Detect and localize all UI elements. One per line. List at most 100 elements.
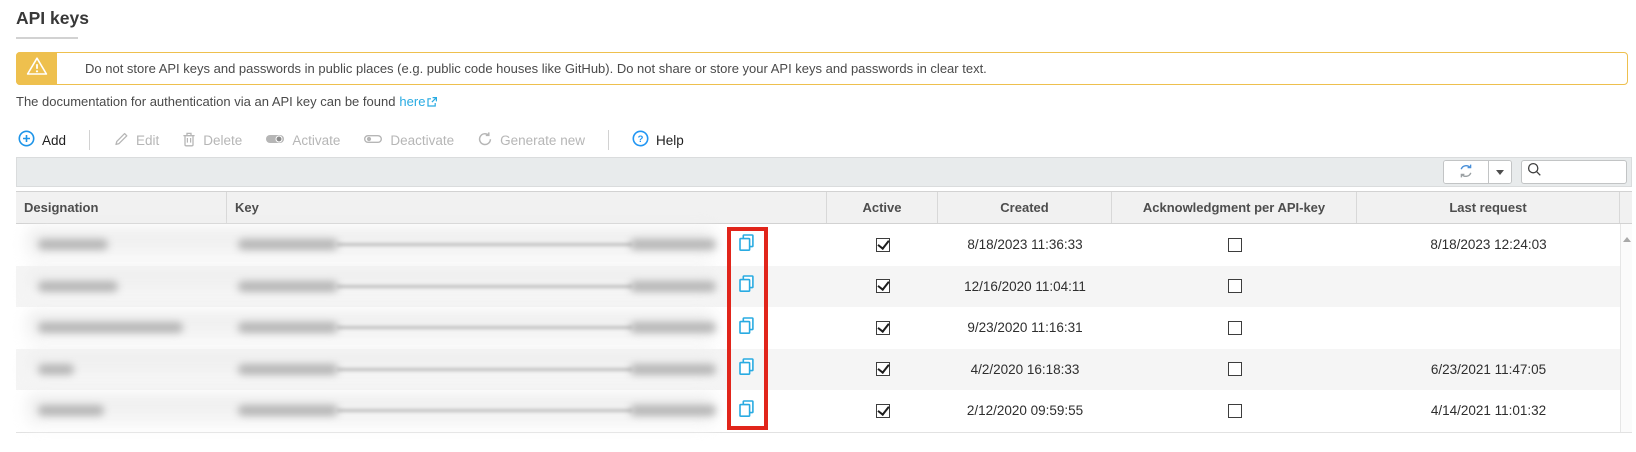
column-header-key[interactable]: Key [227, 192, 827, 223]
table-row[interactable]: 9/23/2020 11:16:31 [16, 307, 1632, 349]
key-redacted-text [238, 405, 338, 416]
help-button[interactable]: ? Help [632, 130, 684, 150]
column-header-designation[interactable]: Designation [16, 192, 227, 223]
copy-key-button[interactable] [738, 278, 754, 296]
designation-redacted-text [38, 239, 108, 250]
edit-button[interactable]: Edit [113, 131, 159, 150]
key-redacted-line [337, 243, 632, 246]
copy-key-button[interactable] [738, 319, 754, 337]
copy-icon [739, 275, 754, 298]
acknowledgment-checkbox[interactable] [1228, 238, 1242, 252]
search-box [1521, 160, 1627, 184]
key-redacted-line [337, 285, 632, 288]
caret-down-icon [1496, 170, 1504, 175]
api-keys-page: API keys Do not store API keys and passw… [0, 0, 1636, 452]
acknowledgment-checkbox[interactable] [1228, 362, 1242, 376]
edit-label: Edit [136, 133, 159, 148]
generate-new-label: Generate new [500, 133, 585, 148]
toolbar-divider [608, 130, 609, 150]
deactivate-label: Deactivate [390, 133, 454, 148]
created-value: 2/12/2020 09:59:55 [967, 403, 1083, 418]
created-value: 4/2/2020 16:18:33 [971, 362, 1080, 377]
key-redacted-tail [630, 239, 716, 250]
created-value: 8/18/2023 11:36:33 [967, 237, 1082, 252]
refresh-button[interactable] [1444, 161, 1489, 183]
last-request-value: 6/23/2021 11:47:05 [1431, 362, 1546, 377]
created-value: 12/16/2020 11:04:11 [964, 279, 1086, 294]
warning-banner: Do not store API keys and passwords in p… [16, 52, 1628, 85]
column-header-acknowledgment[interactable]: Acknowledgment per API-key [1112, 192, 1357, 223]
refresh-dropdown-button[interactable] [1489, 161, 1511, 183]
copy-key-button[interactable] [738, 361, 754, 379]
key-redacted-text [238, 239, 338, 250]
created-value: 9/23/2020 11:16:31 [967, 320, 1082, 335]
copy-key-button[interactable] [738, 402, 754, 420]
warning-icon [26, 56, 48, 81]
search-input[interactable] [1545, 165, 1621, 179]
delete-label: Delete [203, 133, 242, 148]
documentation-text: The documentation for authentication via… [16, 94, 395, 109]
active-checkbox[interactable] [876, 321, 890, 335]
copy-key-button[interactable] [738, 236, 754, 254]
active-checkbox[interactable] [876, 362, 890, 376]
designation-redacted-text [38, 281, 118, 292]
generate-new-icon [477, 131, 493, 150]
acknowledgment-checkbox[interactable] [1228, 279, 1242, 293]
column-header-last-request[interactable]: Last request [1357, 192, 1620, 223]
deactivate-button[interactable]: Deactivate [363, 133, 454, 148]
vertical-scrollbar[interactable] [1620, 224, 1632, 432]
active-checkbox[interactable] [876, 404, 890, 418]
key-redacted-line [337, 368, 632, 371]
documentation-link[interactable]: here [399, 94, 425, 109]
copy-icon [739, 358, 754, 381]
designation-redacted-text [38, 364, 74, 375]
add-icon [18, 130, 35, 150]
scroll-up-icon [1623, 237, 1631, 242]
table-row[interactable]: 2/12/2020 09:59:55 4/14/2021 11:01:32 [16, 390, 1632, 432]
action-toolbar: Add Edit Delete [18, 127, 707, 153]
key-redacted-text [238, 322, 338, 333]
active-checkbox[interactable] [876, 238, 890, 252]
search-icon [1527, 162, 1542, 182]
column-header-created[interactable]: Created [938, 192, 1112, 223]
acknowledgment-checkbox[interactable] [1228, 321, 1242, 335]
designation-redacted-text [38, 405, 104, 416]
key-redacted-tail [630, 281, 716, 292]
toolbar-divider [89, 130, 90, 150]
activate-icon [265, 133, 285, 148]
refresh-split-button [1443, 160, 1512, 184]
table-row[interactable]: 4/2/2020 16:18:33 6/23/2021 11:47:05 [16, 349, 1632, 391]
rows-container: 8/18/2023 11:36:33 8/18/2023 12:24:03 [16, 224, 1632, 432]
page-title: API keys [16, 8, 89, 29]
api-keys-table: Designation Key Active Created Acknowled… [16, 157, 1632, 433]
external-link-icon [426, 96, 438, 108]
key-redacted-tail [630, 405, 716, 416]
table-row[interactable]: 12/16/2020 11:04:11 [16, 266, 1632, 308]
column-header-active[interactable]: Active [827, 192, 938, 223]
delete-button[interactable]: Delete [182, 131, 242, 150]
designation-redacted-text [38, 322, 183, 333]
key-redacted-line [337, 326, 632, 329]
key-redacted-tail [630, 322, 716, 333]
activate-button[interactable]: Activate [265, 133, 340, 148]
table-row[interactable]: 8/18/2023 11:36:33 8/18/2023 12:24:03 [16, 224, 1632, 266]
acknowledgment-checkbox[interactable] [1228, 404, 1242, 418]
add-button[interactable]: Add [18, 130, 66, 150]
copy-icon [739, 234, 754, 257]
warning-text: Do not store API keys and passwords in p… [85, 61, 987, 76]
documentation-line: The documentation for authentication via… [16, 94, 438, 109]
key-redacted-line [337, 409, 632, 412]
generate-new-button[interactable]: Generate new [477, 131, 585, 150]
active-checkbox[interactable] [876, 279, 890, 293]
key-redacted-tail [630, 364, 716, 375]
delete-icon [182, 131, 196, 150]
table-body: 8/18/2023 11:36:33 8/18/2023 12:24:03 [16, 224, 1632, 433]
svg-text:?: ? [638, 134, 644, 145]
help-icon: ? [632, 130, 649, 150]
add-label: Add [42, 133, 66, 148]
copy-icon [739, 317, 754, 340]
title-underline [16, 37, 78, 39]
last-request-value: 4/14/2021 11:01:32 [1431, 403, 1546, 418]
key-redacted-text [238, 281, 338, 292]
edit-icon [113, 131, 129, 150]
